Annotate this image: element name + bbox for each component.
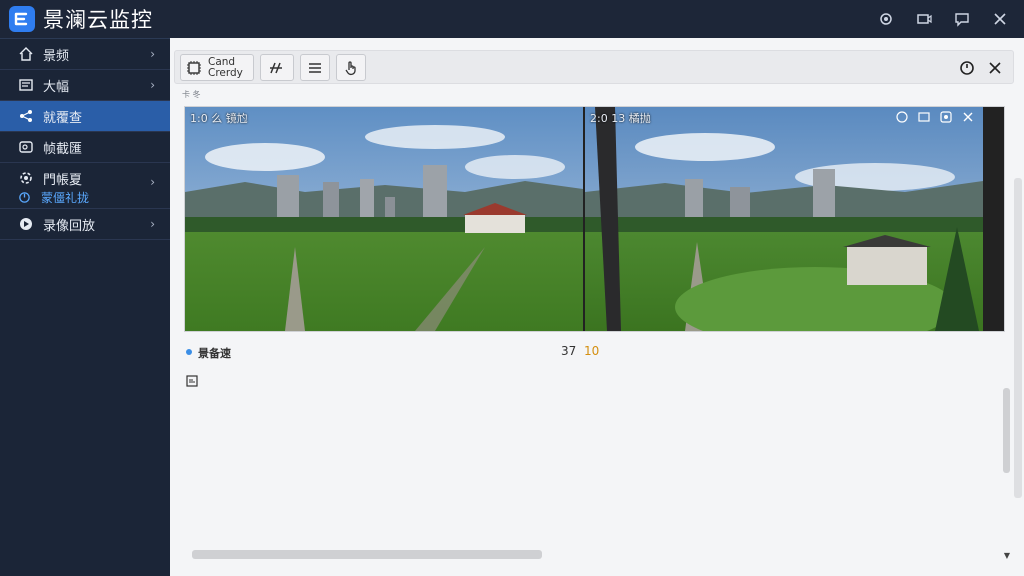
toolbar-close-icon[interactable] (985, 58, 1005, 78)
app-logo-icon (9, 6, 35, 32)
status-count-secondary: 10 (584, 344, 600, 358)
flash-icon (270, 62, 282, 73)
snapshot-icon[interactable] (939, 110, 953, 124)
sidebar-item-label: 录像回放 (43, 218, 96, 234)
mute-icon[interactable] (961, 110, 975, 124)
camera-feed-2-image (585, 107, 983, 331)
sidebar-item-preview[interactable]: 就覆查 (0, 101, 170, 132)
card-line1: Cand (208, 55, 236, 68)
chevron-right-icon: › (150, 175, 155, 189)
sidebar-subitem-label: 蒙僵礼拢 (41, 191, 90, 205)
sidebar: 景频 › 大幅 › 就覆查 帧截匯 門帳夏 › 蒙僵礼拢 录像回放 › (0, 38, 170, 576)
playback-icon (17, 215, 35, 233)
sidebar-item-label: 門帳夏 (43, 173, 83, 188)
sidebar-item-playback[interactable]: 录像回放 › (0, 209, 170, 240)
camera-view-1[interactable]: 1:0 么 镜尥 (185, 107, 583, 331)
camera-views: 1:0 么 镜尥 2:0 13 橘抛 (184, 106, 1005, 332)
section-label: 卡 冬 (182, 90, 201, 99)
sidebar-item-label: 就覆查 (43, 110, 83, 126)
image-icon (17, 138, 35, 156)
sidebar-item-home[interactable]: 景频 › (0, 39, 170, 70)
camera-feed-1-image (185, 107, 583, 331)
home-icon (17, 45, 35, 63)
share-icon (17, 107, 35, 125)
vertical-scroll-track[interactable] (1014, 178, 1022, 498)
screen-icon[interactable] (917, 110, 931, 124)
scroll-down-arrow-icon[interactable]: ▼ (1004, 551, 1010, 560)
vertical-scrollbar[interactable] (1003, 388, 1010, 473)
screen-small-icon[interactable] (186, 372, 198, 387)
sidebar-item-label: 大幅 (43, 79, 70, 95)
chevron-right-icon: › (150, 217, 155, 231)
menu-icon (309, 62, 321, 73)
card-line2: Crerdy (208, 66, 243, 79)
settings-icon (17, 169, 35, 187)
split-view-button[interactable] (260, 54, 294, 81)
chevron-right-icon: › (150, 47, 155, 61)
horizontal-scrollbar[interactable] (192, 550, 542, 559)
status-dot (186, 349, 192, 355)
status-label: 景备速 (198, 347, 231, 360)
camera-title-1: 1:0 么 镜尥 (190, 112, 248, 125)
menu-button[interactable] (300, 54, 330, 81)
power-icon (17, 191, 31, 205)
message-icon[interactable] (950, 7, 974, 31)
app-title: 景澜云监控 (43, 8, 153, 32)
camera-title-2: 2:0 13 橘抛 (590, 112, 651, 125)
chip-icon (187, 60, 201, 75)
sidebar-item-label: 景频 (43, 48, 70, 64)
main-panel: Cand Crerdy 卡 冬 1:0 么 镜尥 2:0 13 橘抛 景备速 3… (170, 38, 1024, 576)
sidebar-subitem[interactable]: 蒙僵礼拢 (17, 189, 89, 206)
emoji-icon[interactable] (895, 110, 909, 124)
record-icon[interactable] (912, 7, 936, 31)
title-bar: 景澜云监控 (0, 0, 1024, 38)
settings-gear-icon[interactable] (874, 7, 898, 31)
status-count: 37 (561, 344, 577, 358)
sidebar-item-list[interactable]: 大幅 › (0, 70, 170, 101)
close-icon[interactable] (988, 7, 1012, 31)
chevron-right-icon: › (150, 78, 155, 92)
camera-view-2[interactable]: 2:0 13 橘抛 (585, 107, 983, 331)
sidebar-item-label: 帧截匯 (43, 141, 83, 157)
power-toggle-icon[interactable] (957, 58, 977, 78)
list-icon (17, 76, 35, 94)
status-row: 景备速 37 10 (186, 344, 786, 360)
touch-button[interactable] (336, 54, 366, 81)
sidebar-item-settings[interactable]: 門帳夏 › 蒙僵礼拢 (0, 163, 170, 209)
hand-icon (345, 60, 356, 75)
card-button[interactable]: Cand Crerdy (180, 54, 254, 81)
toolbar: Cand Crerdy (174, 50, 1014, 84)
sidebar-item-capture[interactable]: 帧截匯 (0, 132, 170, 163)
